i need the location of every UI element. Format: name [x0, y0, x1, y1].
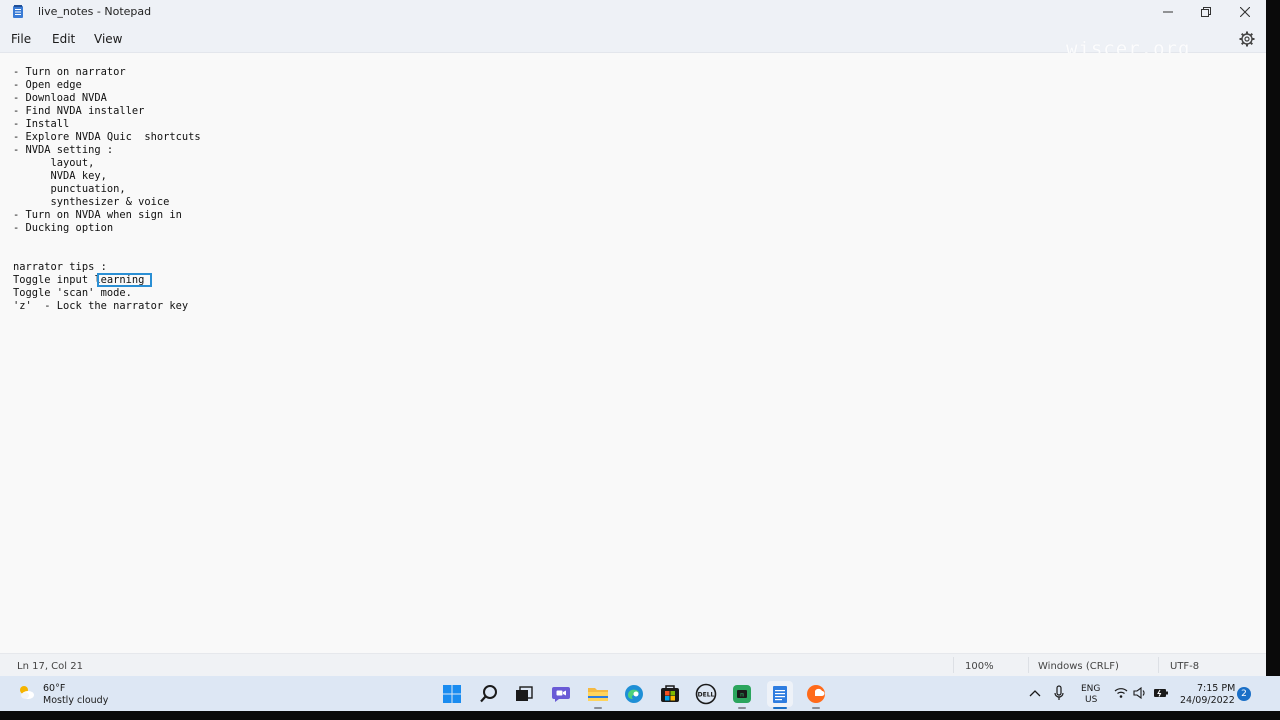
running-indicator [738, 707, 746, 709]
text-line: 'z' - Lock the narrator key [13, 300, 189, 312]
text-line: - Open edge [13, 79, 82, 91]
dell-icon[interactable]: DELL [695, 683, 717, 705]
clock-date[interactable]: 24/09/2022 [1180, 695, 1235, 706]
text-line: - NVDA setting : [13, 144, 114, 156]
microphone-icon[interactable] [1053, 685, 1065, 701]
soundcloud-icon[interactable] [805, 683, 827, 705]
clock-time[interactable]: 7:15 PM [1197, 683, 1235, 694]
menu-view[interactable]: View [94, 32, 122, 46]
running-indicator [812, 707, 820, 709]
window-title: live_notes - Notepad [38, 5, 152, 18]
narrator-focus-highlight [97, 273, 152, 287]
zoom-level: 100% [965, 661, 994, 672]
running-indicator [594, 707, 602, 709]
close-icon [1240, 7, 1250, 17]
status-divider [1028, 657, 1029, 673]
minimize-icon [1163, 11, 1173, 13]
text-line: synthesizer & voice [13, 196, 170, 208]
title-bar[interactable]: live_notes - Notepad [0, 0, 1266, 26]
chevron-up-icon[interactable] [1029, 689, 1041, 697]
text-line: punctuation, [13, 183, 126, 195]
menu-bar: File Edit View wiscer.org [0, 26, 1266, 60]
menu-edit[interactable]: Edit [52, 32, 75, 46]
restore-button[interactable] [1187, 0, 1225, 24]
settings-gear-icon[interactable] [1238, 30, 1256, 48]
notepad-icon[interactable] [767, 681, 793, 707]
status-bar: Ln 17, Col 21 100% Windows (CRLF) UTF-8 [0, 653, 1266, 677]
start-icon[interactable] [441, 683, 463, 705]
search-icon[interactable] [478, 683, 500, 705]
screen-edge [1266, 0, 1280, 676]
menu-file[interactable]: File [11, 32, 31, 46]
text-line: narrator tips : [13, 261, 107, 273]
text-line: - Download NVDA [13, 92, 107, 104]
svg-text:m: m [740, 692, 744, 699]
text-editor[interactable]: - Turn on narrator - Open edge - Downloa… [0, 53, 1266, 653]
file-explorer-icon[interactable] [587, 683, 609, 705]
encoding: UTF-8 [1170, 661, 1200, 672]
weather-temperature[interactable]: 60°F [43, 683, 65, 694]
taskbar: 60°F Mostly cloudy DELL m ENG US 7:15 PM [0, 676, 1280, 711]
edge-icon[interactable] [623, 683, 645, 705]
status-divider [1158, 657, 1159, 673]
status-divider [953, 657, 954, 673]
text-line: - Ducking option [13, 222, 114, 234]
cursor-position: Ln 17, Col 21 [17, 661, 83, 672]
notepad-app-icon [13, 5, 23, 18]
text-line: layout, [13, 157, 95, 169]
wifi-icon[interactable] [1114, 687, 1128, 699]
restore-icon [1201, 7, 1211, 17]
terminal-app-icon[interactable]: m [731, 683, 753, 705]
text-line: Toggle 'scan' mode. [13, 287, 132, 299]
text-line: - Find NVDA installer [13, 105, 145, 117]
minimize-button[interactable] [1149, 0, 1187, 24]
notepad-window: live_notes - Notepad File Edit View wisc… [0, 0, 1266, 677]
battery-charging-icon[interactable] [1153, 687, 1169, 699]
chat-icon[interactable] [550, 683, 572, 705]
task-view-icon[interactable] [513, 683, 535, 705]
language-indicator[interactable]: ENG [1081, 684, 1100, 694]
text-line: - Turn on NVDA when sign in [13, 209, 182, 221]
text-line: - Explore NVDA Quic shortcuts [13, 131, 201, 143]
close-button[interactable] [1226, 0, 1264, 24]
line-endings: Windows (CRLF) [1038, 661, 1119, 672]
text-line: NVDA key, [13, 170, 107, 182]
store-icon[interactable] [659, 683, 681, 705]
text-line: - Install [13, 118, 70, 130]
weather-cloudy-icon[interactable] [16, 683, 36, 701]
weather-description[interactable]: Mostly cloudy [43, 695, 108, 706]
keyboard-layout-indicator[interactable]: US [1085, 695, 1097, 705]
screen-edge [0, 711, 1280, 720]
svg-text:DELL: DELL [698, 692, 715, 699]
text-line: - Turn on narrator [13, 66, 126, 78]
volume-icon[interactable] [1133, 687, 1147, 699]
notification-badge[interactable]: 2 [1237, 687, 1251, 701]
active-app-indicator [773, 707, 787, 709]
